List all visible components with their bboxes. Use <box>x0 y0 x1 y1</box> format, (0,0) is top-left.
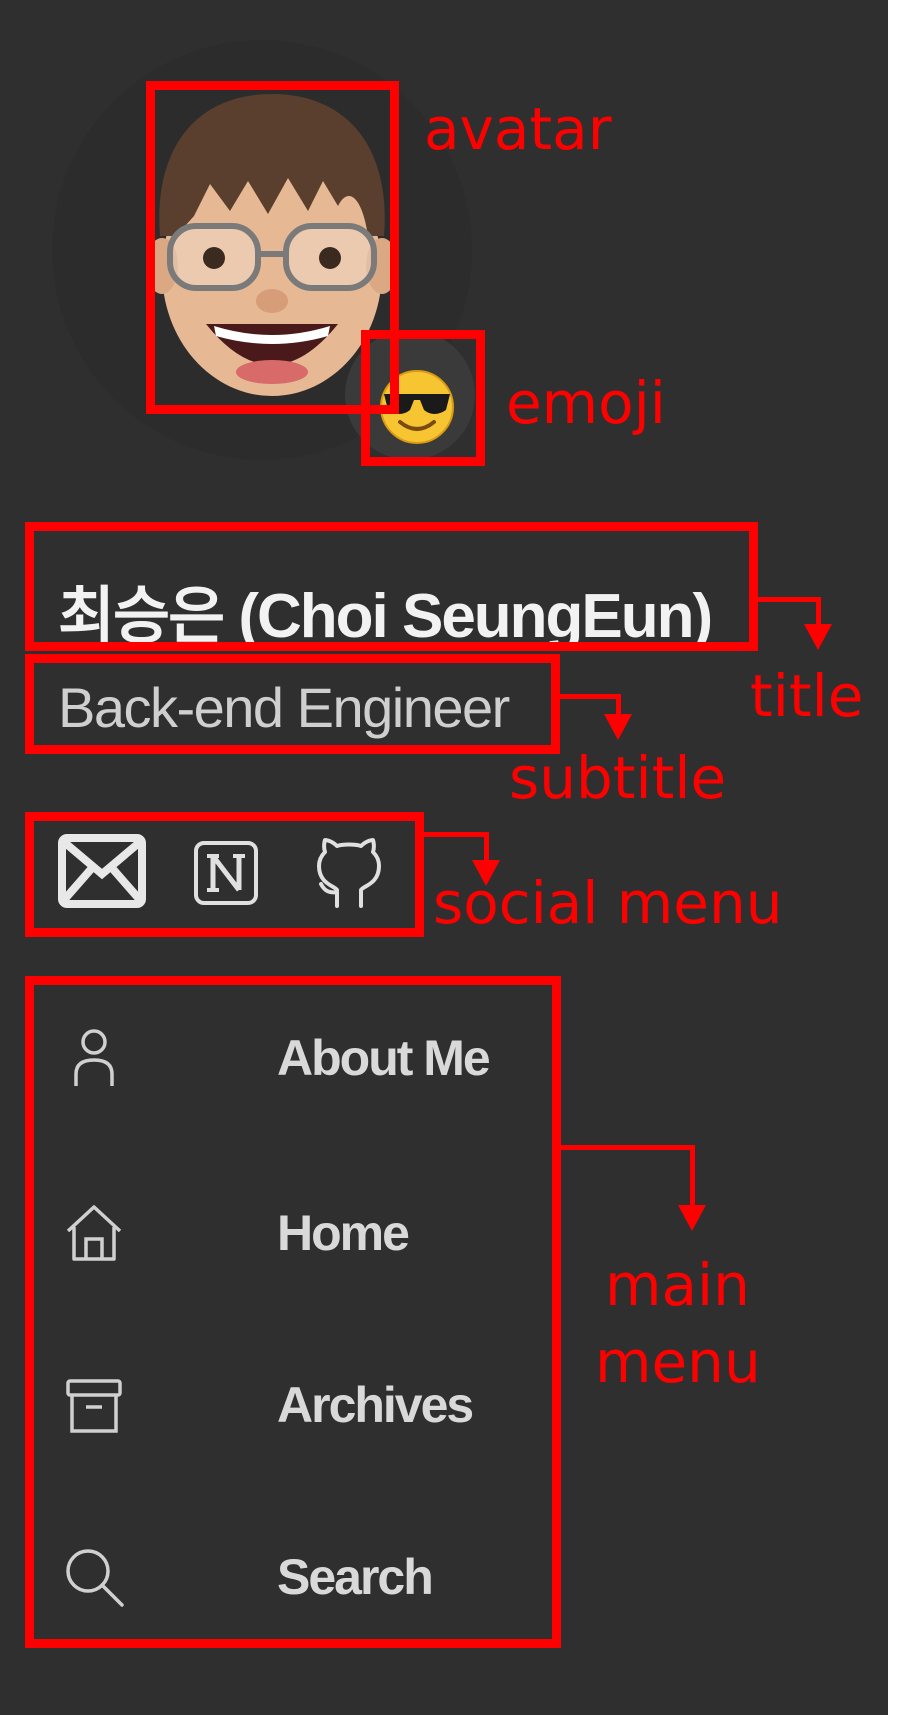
subtitle-arrow-head <box>604 714 632 740</box>
title-arrow-head <box>804 624 832 650</box>
main-menu-arrow-line-down <box>690 1145 695 1207</box>
main-menu-annotation-box <box>25 976 561 1648</box>
title-annotation-box <box>25 522 758 651</box>
social-arrow-line-down <box>484 832 489 862</box>
subtitle-annotation-label: subtitle <box>509 744 727 812</box>
social-menu-annotation-label: social menu <box>433 869 783 937</box>
social-menu-annotation-box <box>25 812 424 937</box>
subtitle-annotation-box <box>25 654 560 754</box>
subtitle-arrow-line-down <box>616 694 621 716</box>
main-menu-annotation-label-1: main <box>605 1251 750 1319</box>
main-menu-arrow-line <box>561 1145 695 1150</box>
title-arrow-line-down <box>816 597 821 627</box>
subtitle-arrow-line <box>560 694 620 699</box>
emoji-annotation-label: emoji <box>506 369 666 437</box>
main-menu-arrow-head <box>678 1205 706 1231</box>
avatar-annotation-label: avatar <box>424 95 612 163</box>
title-arrow-line <box>758 597 820 602</box>
title-annotation-label: title <box>750 662 864 730</box>
main-menu-annotation-label-2: menu <box>595 1328 761 1396</box>
emoji-annotation-box <box>361 330 485 466</box>
social-arrow-line <box>424 832 488 837</box>
